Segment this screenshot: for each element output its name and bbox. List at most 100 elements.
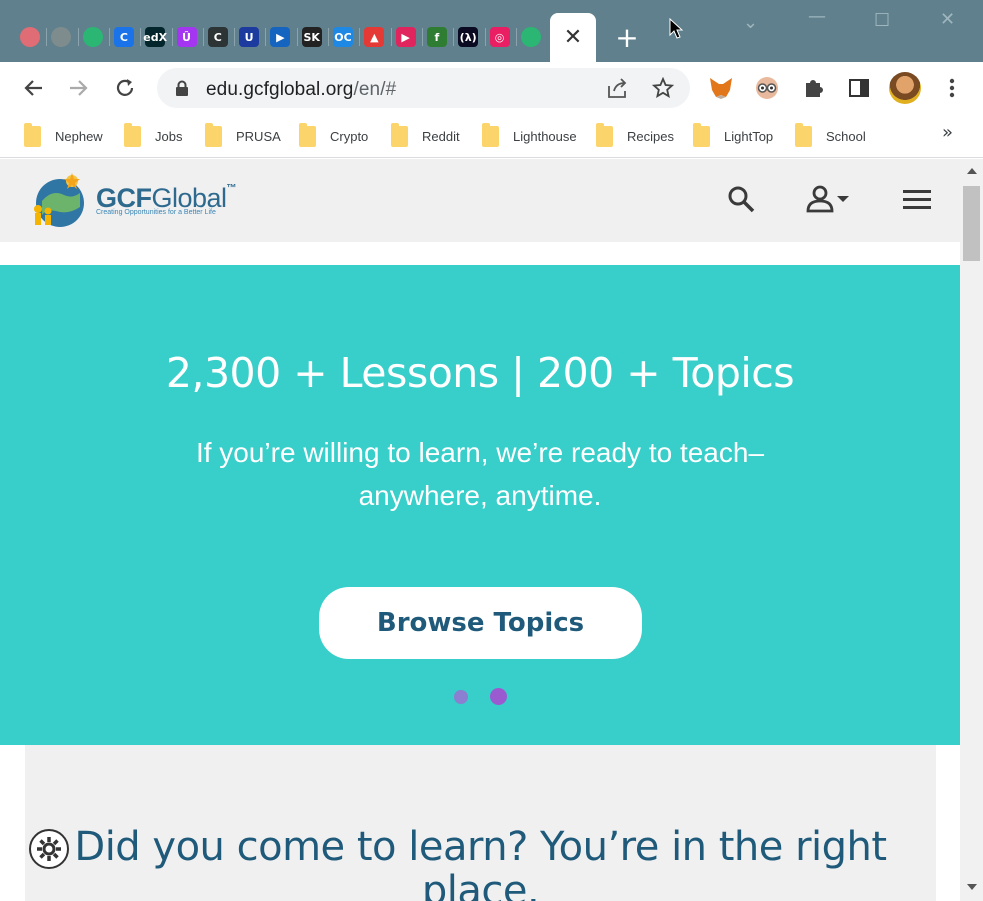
puzzle-icon [806,80,823,97]
new-tab-button[interactable]: + [612,24,642,54]
bookmark-star-icon[interactable] [652,77,674,99]
intro-section: Did you come to learn? You’re in the rig… [25,745,936,901]
hamburger-icon [903,190,931,209]
bookmark-reddit[interactable]: Reddit [391,122,460,148]
bookmark-jobs[interactable]: Jobs [124,122,182,148]
url-text[interactable]: edu.gcfglobal.org/en/# [206,79,396,101]
side-panel-icon [849,79,869,97]
tab-7[interactable]: C [205,24,231,50]
page-scrollbar[interactable] [960,159,983,901]
swirl-icon: ◎ [489,27,510,47]
tab-15[interactable]: (λ) [455,24,481,50]
owl-icon [756,77,778,99]
folder-icon [391,122,408,147]
tab-3[interactable] [80,24,106,50]
tab-12[interactable]: ▲ [361,24,387,50]
tab-separator [234,28,236,46]
scroll-up-arrow-icon[interactable] [966,167,978,175]
bookmark-prusa[interactable]: PRUSA [205,122,281,148]
accessibility-settings-button[interactable] [29,829,69,869]
maximize-button[interactable]: ☐ [874,10,890,31]
tab-4[interactable]: C [111,24,137,50]
back-button[interactable] [19,74,47,102]
share-icon[interactable] [606,77,628,99]
arrow-left-icon [24,80,42,96]
folder-icon [299,122,316,147]
tab-8[interactable]: U [236,24,262,50]
tab-strip: CedX Û C U ▶ SK OC ▲ ▶ f (λ) ◎ ✕ + ⌄ — ☐ ✕ [0,0,983,62]
tab-search-icon[interactable]: ⌄ [743,12,758,33]
site-header: GCFGlobal™ Creating Opportunities for a … [0,159,960,242]
site-search-button[interactable] [724,181,758,217]
edx-icon: edX [143,27,167,47]
bookmark-lighthouse[interactable]: Lighthouse [482,122,577,148]
carousel-dot-2[interactable] [490,688,507,705]
tab-separator [202,28,204,46]
freecodecamp-icon: (λ) [458,27,479,47]
bookmark-crypto[interactable]: Crypto [299,122,368,148]
c-outline-icon: C [207,27,228,47]
sprout-icon [82,27,103,47]
folder-icon [693,122,710,147]
tab-10[interactable]: SK [299,24,325,50]
extensions-button[interactable] [799,74,827,102]
close-tab-icon[interactable]: ✕ [564,25,582,50]
bookmark-nephew[interactable]: Nephew [24,122,103,148]
active-tab[interactable]: ✕ [550,13,596,62]
triangles-icon: ▲ [364,27,385,47]
account-menu-button[interactable] [800,181,856,217]
window-close-button[interactable]: ✕ [940,9,955,30]
bookmarks-overflow-button[interactable]: » [942,122,953,143]
tab-2[interactable] [48,24,74,50]
tab-13[interactable]: ▶ [393,24,419,50]
tab-separator [390,28,392,46]
tab-17[interactable] [518,24,544,50]
tab-14[interactable]: f [424,24,450,50]
user-icon [806,185,834,213]
minimize-button[interactable]: — [808,6,826,27]
fox-icon [710,78,732,99]
play-circle-icon: ▶ [395,27,416,47]
tab-5[interactable]: edX [142,24,168,50]
reload-button[interactable] [111,74,139,102]
chrome-icon [51,27,72,47]
arrow-right-icon [70,80,88,96]
side-panel-button[interactable] [845,74,873,102]
scrollbar-thumb[interactable] [963,186,980,261]
forward-button[interactable] [65,74,93,102]
browser-menu-button[interactable] [938,74,966,102]
tab-16[interactable]: ◎ [487,24,513,50]
tab-1[interactable] [17,24,43,50]
carousel-dot-1[interactable] [454,690,468,704]
tab-separator [359,28,361,46]
gcf-logo-globe-icon[interactable] [28,171,92,229]
bookmarks-bar: Nephew Jobs PRUSA Crypto Reddit Lighthou… [0,114,983,158]
tab-separator [265,28,267,46]
scroll-down-arrow-icon[interactable] [966,883,978,891]
folder-icon [205,122,222,147]
tab-separator [484,28,486,46]
lock-icon [176,80,188,96]
address-bar[interactable]: edu.gcfglobal.org/en/# [157,68,690,108]
hero-banner: 2,300 + Lessons | 200 + Topics If you’re… [0,265,960,745]
folder-icon [795,122,812,147]
bookmark-school[interactable]: School [795,122,866,148]
gear-icon [37,837,61,861]
browse-topics-button[interactable]: Browse Topics [319,587,642,659]
site-menu-button[interactable] [900,181,934,217]
tab-separator [171,28,173,46]
tab-6[interactable]: Û [174,24,200,50]
bookmark-lighttop[interactable]: LightTop [693,122,773,148]
sk-icon: SK [301,27,322,47]
c-icon: C [113,27,134,47]
mouse-cursor-icon [669,18,683,39]
tab-separator [140,28,142,46]
tab-11[interactable]: OC [330,24,356,50]
bookmark-recipes[interactable]: Recipes [596,122,674,148]
tab-9[interactable]: ▶ [267,24,293,50]
metamask-extension-button[interactable] [707,74,735,102]
profile-avatar[interactable] [889,72,921,104]
intro-heading: Did you come to learn? You’re in the rig… [74,824,887,901]
owl-extension-button[interactable] [753,74,781,102]
browser-toolbar: edu.gcfglobal.org/en/# [0,62,983,114]
